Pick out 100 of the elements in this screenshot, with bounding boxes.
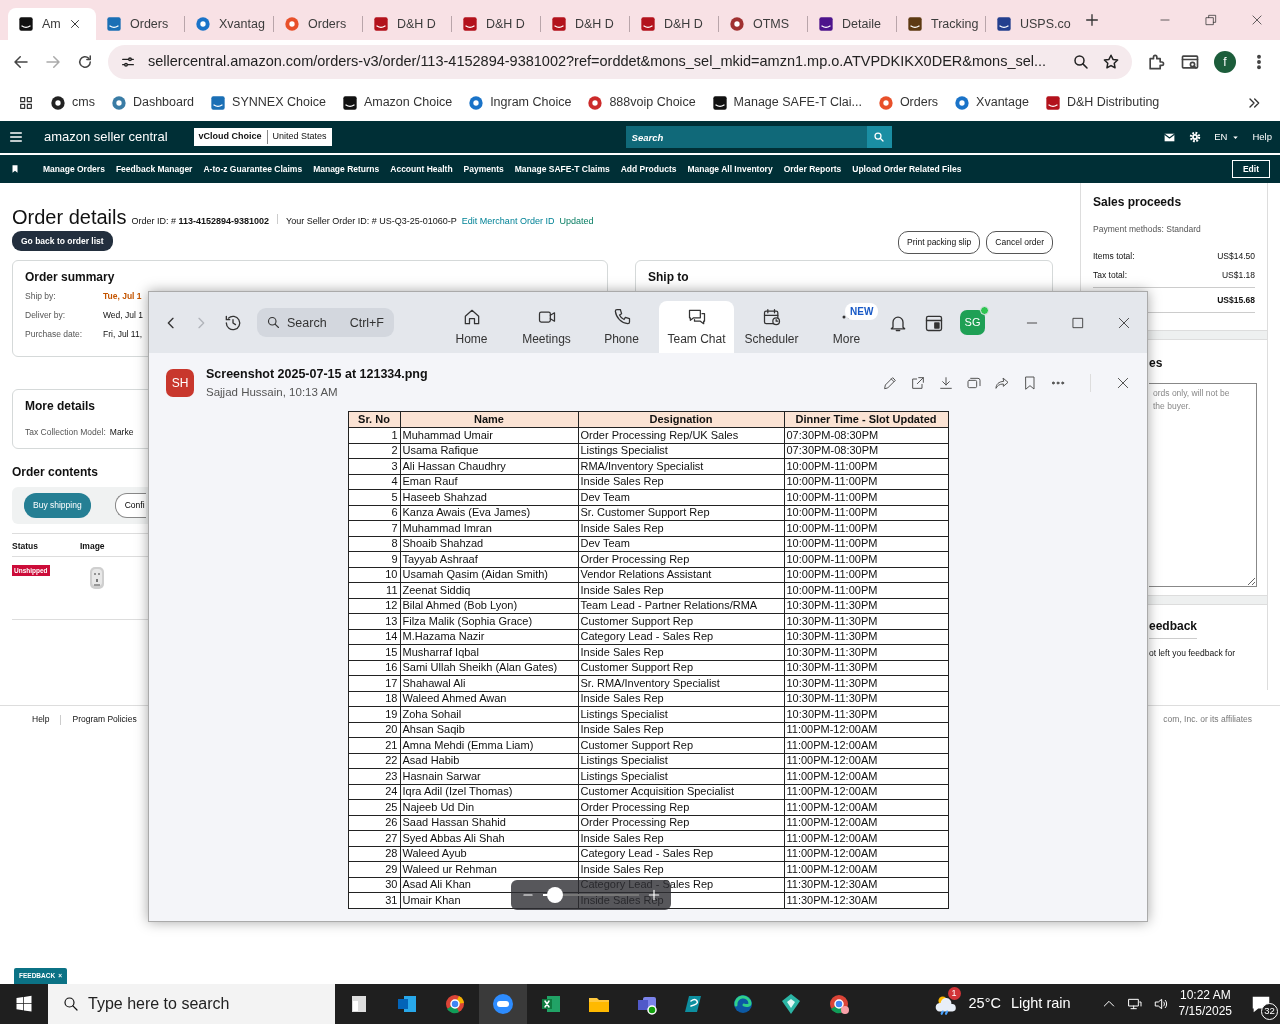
action-button[interactable]: Confi <box>114 492 146 518</box>
extensions-icon[interactable] <box>1146 52 1166 72</box>
settings-icon[interactable] <box>1188 130 1203 144</box>
nav-link[interactable]: Order Reports <box>783 162 842 176</box>
network-icon[interactable] <box>1126 996 1143 1012</box>
browser-tab[interactable]: Orders <box>96 8 184 40</box>
notes-field[interactable]: ords only, will not be the buyer. <box>1149 383 1257 587</box>
clock-date[interactable]: 7/15/2025 <box>1178 1004 1232 1020</box>
table-cell: 10:00PM-11:00PM <box>784 520 948 536</box>
nav-link[interactable]: Add Products <box>620 162 677 176</box>
zoom-icon[interactable] <box>1072 53 1090 71</box>
back-icon[interactable] <box>12 53 30 71</box>
browser-tab[interactable]: OTMS <box>719 8 807 40</box>
edit-button[interactable]: Edit <box>1231 159 1270 179</box>
nav-tab[interactable]: Meetings <box>509 301 584 353</box>
nav-tab[interactable]: Home <box>434 301 509 353</box>
nav-link[interactable]: Payments <box>463 162 504 176</box>
menu-icon[interactable] <box>8 129 24 145</box>
nav-tab[interactable]: Scheduler <box>734 301 809 353</box>
bookmark-icon[interactable] <box>10 164 20 174</box>
bookmark[interactable]: D&H Distributing <box>1044 93 1160 112</box>
nav-link[interactable]: Upload Order Related Files <box>852 162 962 176</box>
table-cell: 16 <box>348 660 400 676</box>
slider-thumb[interactable] <box>546 887 563 903</box>
table-cell: 24 <box>348 784 400 800</box>
action-button[interactable]: Print packing slip <box>898 231 981 254</box>
table-cell: 10:30PM-11:30PM <box>784 613 948 629</box>
bookmark[interactable]: Ingram Choice <box>468 93 572 112</box>
browser-tab[interactable]: Xvantag <box>185 8 273 40</box>
browser-tab[interactable]: D&H D <box>363 8 451 40</box>
logo-icon <box>468 94 485 111</box>
bookmark[interactable]: Manage SAFE-T Clai... <box>711 93 862 112</box>
nav-link[interactable]: Manage All Inventory <box>687 162 773 176</box>
new-tab-icon[interactable] <box>1084 12 1100 28</box>
back-button[interactable]: Go back to order list <box>12 230 113 252</box>
bookmark[interactable]: SYNNEX Choice <box>210 93 326 112</box>
restore-icon[interactable] <box>1204 13 1218 27</box>
nav-link[interactable]: Manage SAFE-T Claims <box>514 162 610 176</box>
nav-link[interactable]: Manage Returns <box>313 162 380 176</box>
reload-icon[interactable] <box>76 53 94 71</box>
browser-tab[interactable]: USPS.co <box>986 8 1074 40</box>
nav-tab[interactable]: Team Chat <box>659 301 734 353</box>
nav-link[interactable]: A-to-z Guarantee Claims <box>203 162 303 176</box>
windows-start-icon[interactable] <box>15 995 33 1013</box>
close-icon[interactable] <box>1115 375 1131 391</box>
footer-link[interactable]: Help <box>32 713 50 726</box>
bookmark[interactable]: 888voip Choice <box>587 93 696 112</box>
clock-time[interactable]: 10:22 AM <box>1179 988 1231 1004</box>
table-cell: 14 <box>348 629 400 645</box>
action-button[interactable]: Cancel order <box>986 231 1053 254</box>
nav-tab[interactable]: Phone <box>584 301 659 353</box>
card-title: More details <box>25 398 96 414</box>
store-selector[interactable]: vCloud Choice United States <box>193 128 332 146</box>
bookmark[interactable]: Xvantage <box>954 93 1029 112</box>
browser-tab[interactable]: Detaile <box>808 8 896 40</box>
column-header: Image <box>80 539 105 553</box>
profile-avatar[interactable]: f <box>1214 51 1236 73</box>
browser-tab[interactable]: D&H D <box>452 8 540 40</box>
browser-tab[interactable]: D&H D <box>541 8 629 40</box>
footer-link[interactable]: Program Policies <box>72 713 137 726</box>
seller-central-logo[interactable]: amazon seller central <box>44 127 168 147</box>
bookmark[interactable]: Amazon Choice <box>341 93 453 112</box>
bookmark[interactable]: cms <box>50 93 95 112</box>
download-icon[interactable] <box>938 375 954 391</box>
nav-link[interactable]: Manage Orders <box>43 162 105 176</box>
nav-link[interactable]: Feedback Manager <box>115 162 193 176</box>
browser-tab[interactable]: Orders <box>274 8 362 40</box>
language-selector[interactable]: EN <box>1214 129 1241 145</box>
close-icon[interactable] <box>1250 13 1264 27</box>
nav-link[interactable]: Account Health <box>390 162 453 176</box>
table-cell: Muhammad Imran <box>400 520 578 536</box>
browser-tab[interactable]: D&H D <box>630 8 718 40</box>
external-link-icon[interactable] <box>910 375 926 391</box>
alert-badge: 1 <box>947 987 961 1000</box>
logo-icon <box>373 16 389 32</box>
browser-tab[interactable]: Tracking <box>897 8 985 40</box>
screen-icon[interactable] <box>966 375 982 391</box>
field-value: US$14.50 <box>1217 249 1255 263</box>
close-icon[interactable] <box>68 18 81 30</box>
edit-order-id-link[interactable]: Edit Merchant Order ID <box>461 217 555 226</box>
search-button[interactable] <box>866 126 892 148</box>
action-button[interactable]: Buy shipping <box>24 492 91 518</box>
tab-search-icon[interactable] <box>1180 52 1200 72</box>
help-link[interactable]: Help <box>1252 129 1272 145</box>
address-bar[interactable]: sellercentral.amazon.com/orders-v3/order/113-4152894-9381002?ref=orddet&mons_sel_mkid=amzn1.mp.o.ATVPDKIKX0DER&mons_sel... <box>108 45 1132 79</box>
search-field[interactable]: Search <box>625 126 867 148</box>
table-cell: 7 <box>348 520 400 536</box>
taskbar-button[interactable] <box>479 984 527 1024</box>
table-cell: Zoha Sohail <box>400 706 578 722</box>
apps-icon[interactable] <box>18 94 34 111</box>
logo-icon <box>50 94 66 111</box>
bookmark[interactable]: Orders <box>877 93 939 112</box>
volume-icon[interactable] <box>1152 996 1169 1012</box>
share-icon[interactable] <box>994 375 1010 391</box>
browser-tab[interactable]: Am <box>8 8 96 40</box>
table-cell: 29 <box>348 861 400 877</box>
bookmark[interactable]: Dashboard <box>110 93 195 112</box>
search-field[interactable]: Type here to search <box>48 984 335 1024</box>
star-icon[interactable] <box>1102 53 1120 71</box>
pencil-icon[interactable] <box>882 375 898 391</box>
